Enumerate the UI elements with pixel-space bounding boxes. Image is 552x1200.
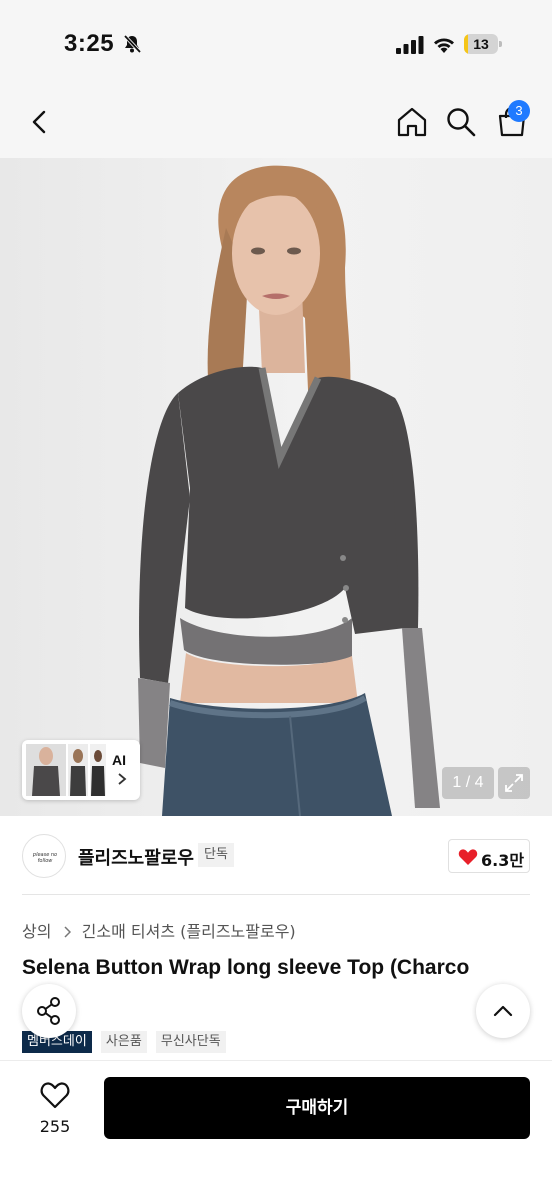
expand-button[interactable] xyxy=(498,767,530,799)
wifi-icon xyxy=(434,38,454,53)
battery-level: 13 xyxy=(473,36,489,52)
brand-like-count: 6.3만 xyxy=(481,851,525,870)
scroll-to-top-button[interactable] xyxy=(476,984,530,1038)
chevron-up-icon xyxy=(493,1005,513,1017)
cellular-signal-icon xyxy=(396,36,424,54)
status-time: 3:25 xyxy=(64,30,115,57)
brand-name[interactable]: 플리즈노팔로우 xyxy=(78,844,194,870)
thumbnail-image xyxy=(90,744,106,796)
buy-button[interactable]: 구매하기 xyxy=(104,1077,530,1139)
cart-count-badge: 3 xyxy=(508,100,530,122)
chevron-right-icon xyxy=(64,926,71,938)
gallery-thumbnail-strip[interactable]: AI xyxy=(22,740,140,800)
share-icon xyxy=(37,997,60,1025)
tag-gift: 사은품 xyxy=(100,1031,147,1053)
bell-off-icon xyxy=(123,34,142,54)
brand-row: please no follow 플리즈노팔로우 단독 6.3만 xyxy=(0,830,552,882)
heart-outline-icon xyxy=(40,1082,70,1109)
product-title: Selena Button Wrap long sleeve Top (Char… xyxy=(22,956,470,979)
breadcrumb: 상의 긴소매 티셔츠 (플리즈노팔로우) xyxy=(22,918,296,941)
breadcrumb-item[interactable]: 상의 xyxy=(22,922,51,941)
expand-icon xyxy=(505,774,523,792)
gallery-page-indicator: 1 / 4 xyxy=(442,767,494,799)
divider xyxy=(22,894,530,895)
chevron-right-icon xyxy=(118,773,127,785)
bottom-purchase-bar: 255 구매하기 xyxy=(0,1060,552,1200)
brand-logo-script: please no follow xyxy=(32,852,58,864)
search-icon[interactable] xyxy=(443,104,479,140)
wishlist-button[interactable]: 255 xyxy=(24,1079,86,1143)
thumbnail-image xyxy=(68,744,88,796)
top-navigation xyxy=(0,88,552,158)
heart-filled-icon xyxy=(458,849,478,865)
thumbnail-image xyxy=(26,744,66,796)
battery-icon: 13 xyxy=(464,34,502,54)
model-photo xyxy=(138,165,440,816)
tag-musinsa-exclusive: 무신사단독 xyxy=(155,1031,226,1053)
brand-like-button[interactable]: 6.3만 xyxy=(448,839,530,873)
exclusive-badge: 단독 xyxy=(198,843,234,867)
share-button[interactable] xyxy=(22,984,76,1038)
breadcrumb-item[interactable]: 긴소매 티셔츠 (플리즈노팔로우) xyxy=(82,922,296,941)
home-icon[interactable] xyxy=(394,104,430,140)
brand-logo[interactable]: please no follow xyxy=(22,834,66,878)
product-image[interactable] xyxy=(0,158,552,816)
wishlist-count: 255 xyxy=(39,1117,71,1136)
back-arrow-icon[interactable] xyxy=(22,104,58,140)
status-bar: 3:25 13 xyxy=(0,0,552,88)
ai-label: AI xyxy=(112,752,126,768)
